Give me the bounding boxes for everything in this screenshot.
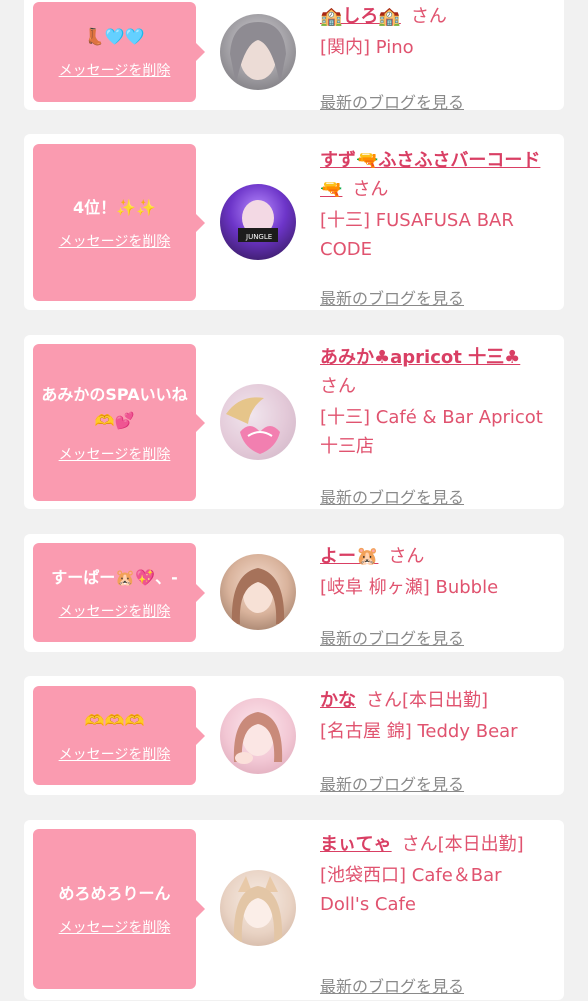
cast-name-link[interactable]: まぃてゃ <box>320 834 392 855</box>
shop-name: [池袋西口] Cafe＆Bar Doll's Cafe <box>320 865 502 915</box>
honorific: さん <box>388 546 425 567</box>
name-line: よー🐹 さん <box>320 542 550 571</box>
delete-message-link[interactable]: メッセージを削除 <box>59 601 171 621</box>
cast-info: よー🐹 さん [岐阜 柳ヶ瀬] Bubble 最新のブログを見る <box>320 542 550 648</box>
honorific: さん[本日出勤] <box>401 834 524 855</box>
delete-message-link[interactable]: メッセージを削除 <box>59 444 171 464</box>
shop-name: [十三] Café & Bar Apricot 十三店 <box>320 407 543 457</box>
avatar-photo <box>226 397 280 454</box>
honorific: さん <box>352 179 389 200</box>
message-text: 🫶🫶🫶 <box>84 710 145 730</box>
message-bubble: あみかのSPAいいね🫶💕 メッセージを削除 <box>33 344 205 501</box>
message-bubble: めろめろりーん メッセージを削除 <box>33 829 205 989</box>
cast-info: 🏫しろ🏫 さん [関内] Pino 最新のブログを見る <box>320 2 550 112</box>
blog-link[interactable]: 最新のブログを見る <box>320 483 464 512</box>
message-text: すーぱー🐹💖、- <box>51 567 178 587</box>
avatar-photo <box>230 22 286 84</box>
blog-link[interactable]: 最新のブログを見る <box>320 624 464 653</box>
shop-name: [十三] FUSAFUSA BAR CODE <box>320 210 514 260</box>
avatar[interactable] <box>220 698 296 774</box>
cast-name-link[interactable]: 🏫しろ🏫 <box>320 6 401 27</box>
cast-info: すず🔫ふさふさバーコード🔫 さん [十三] FUSAFUSA BAR CODE 最… <box>320 146 550 308</box>
message-card: めろめろりーん メッセージを削除 まぃてゃ さん[本日出勤] [池袋西口] Caf… <box>24 820 564 1000</box>
name-line: あみか♣apricot 十三♣ さん <box>320 343 550 401</box>
message-card: すーぱー🐹💖、- メッセージを削除 よー🐹 さん [岐阜 柳ヶ瀬] Bubble … <box>24 534 564 652</box>
shop-name: [名古屋 錦] Teddy Bear <box>320 721 518 742</box>
message-bubble: 🫶🫶🫶 メッセージを削除 <box>33 686 205 785</box>
message-text: めろめろりーん <box>58 884 171 903</box>
name-line: すず🔫ふさふさバーコード🔫 さん <box>320 146 550 204</box>
message-text: 👢🩵🩵 <box>84 27 145 46</box>
blog-link[interactable]: 最新のブログを見る <box>320 88 464 117</box>
message-card: 🫶🫶🫶 メッセージを削除 かな さん[本日出勤] [名古屋 錦] Teddy Be… <box>24 676 564 795</box>
cast-info: あみか♣apricot 十三♣ さん [十三] Café & Bar Aprico… <box>320 343 550 507</box>
avatar-photo <box>233 712 283 764</box>
delete-message-link[interactable]: メッセージを削除 <box>59 917 171 937</box>
cast-info: かな さん[本日出勤] [名古屋 錦] Teddy Bear 最新のブログを見る <box>320 686 550 794</box>
honorific: さん <box>320 376 356 397</box>
delete-message-link[interactable]: メッセージを削除 <box>59 60 171 80</box>
message-bubble: 👢🩵🩵 メッセージを削除 <box>33 2 205 102</box>
cast-name-link[interactable]: あみか♣apricot 十三♣ <box>320 347 520 368</box>
avatar[interactable]: JUNGLE <box>220 184 296 260</box>
cast-info: まぃてゃ さん[本日出勤] [池袋西口] Cafe＆Bar Doll's Cafe… <box>320 830 550 996</box>
cast-name-link[interactable]: よー🐹 <box>320 546 378 567</box>
honorific: さん[本日出勤] <box>366 690 489 711</box>
avatar-photo <box>231 568 285 624</box>
avatar[interactable] <box>220 554 296 630</box>
message-bubble: すーぱー🐹💖、- メッセージを削除 <box>33 543 205 642</box>
avatar[interactable] <box>220 14 296 90</box>
delete-message-link[interactable]: メッセージを削除 <box>59 231 171 251</box>
avatar[interactable] <box>220 870 296 946</box>
name-line: 🏫しろ🏫 さん <box>320 2 550 31</box>
message-card: 👢🩵🩵 メッセージを削除 🏫しろ🏫 さん [関内] Pino 最新のブログを見る <box>24 0 564 112</box>
avatar-photo <box>233 876 283 942</box>
blog-link[interactable]: 最新のブログを見る <box>320 284 464 313</box>
shop-name: [関内] Pino <box>320 37 414 58</box>
message-card: 4位！✨✨ メッセージを削除 JUNGLE すず🔫ふさふさバーコード🔫 さん [十… <box>24 134 564 310</box>
delete-message-link[interactable]: メッセージを削除 <box>59 744 171 764</box>
avatar[interactable] <box>220 384 296 460</box>
message-text: 4位！✨✨ <box>73 197 156 217</box>
honorific: さん <box>410 6 447 27</box>
message-bubble: 4位！✨✨ メッセージを削除 <box>33 144 205 301</box>
cast-name-link[interactable]: かな <box>320 690 356 711</box>
blog-link[interactable]: 最新のブログを見る <box>320 770 464 799</box>
svg-text:JUNGLE: JUNGLE <box>245 233 272 241</box>
avatar-photo: JUNGLE <box>238 200 278 242</box>
name-line: かな さん[本日出勤] <box>320 686 550 715</box>
blog-link[interactable]: 最新のブログを見る <box>320 972 464 1001</box>
message-card: あみかのSPAいいね🫶💕 メッセージを削除 あみか♣apricot 十三♣ さん … <box>24 335 564 509</box>
message-text: あみかのSPAいいね🫶💕 <box>41 384 188 430</box>
shop-name: [岐阜 柳ヶ瀬] Bubble <box>320 577 499 598</box>
name-line: まぃてゃ さん[本日出勤] <box>320 830 550 859</box>
